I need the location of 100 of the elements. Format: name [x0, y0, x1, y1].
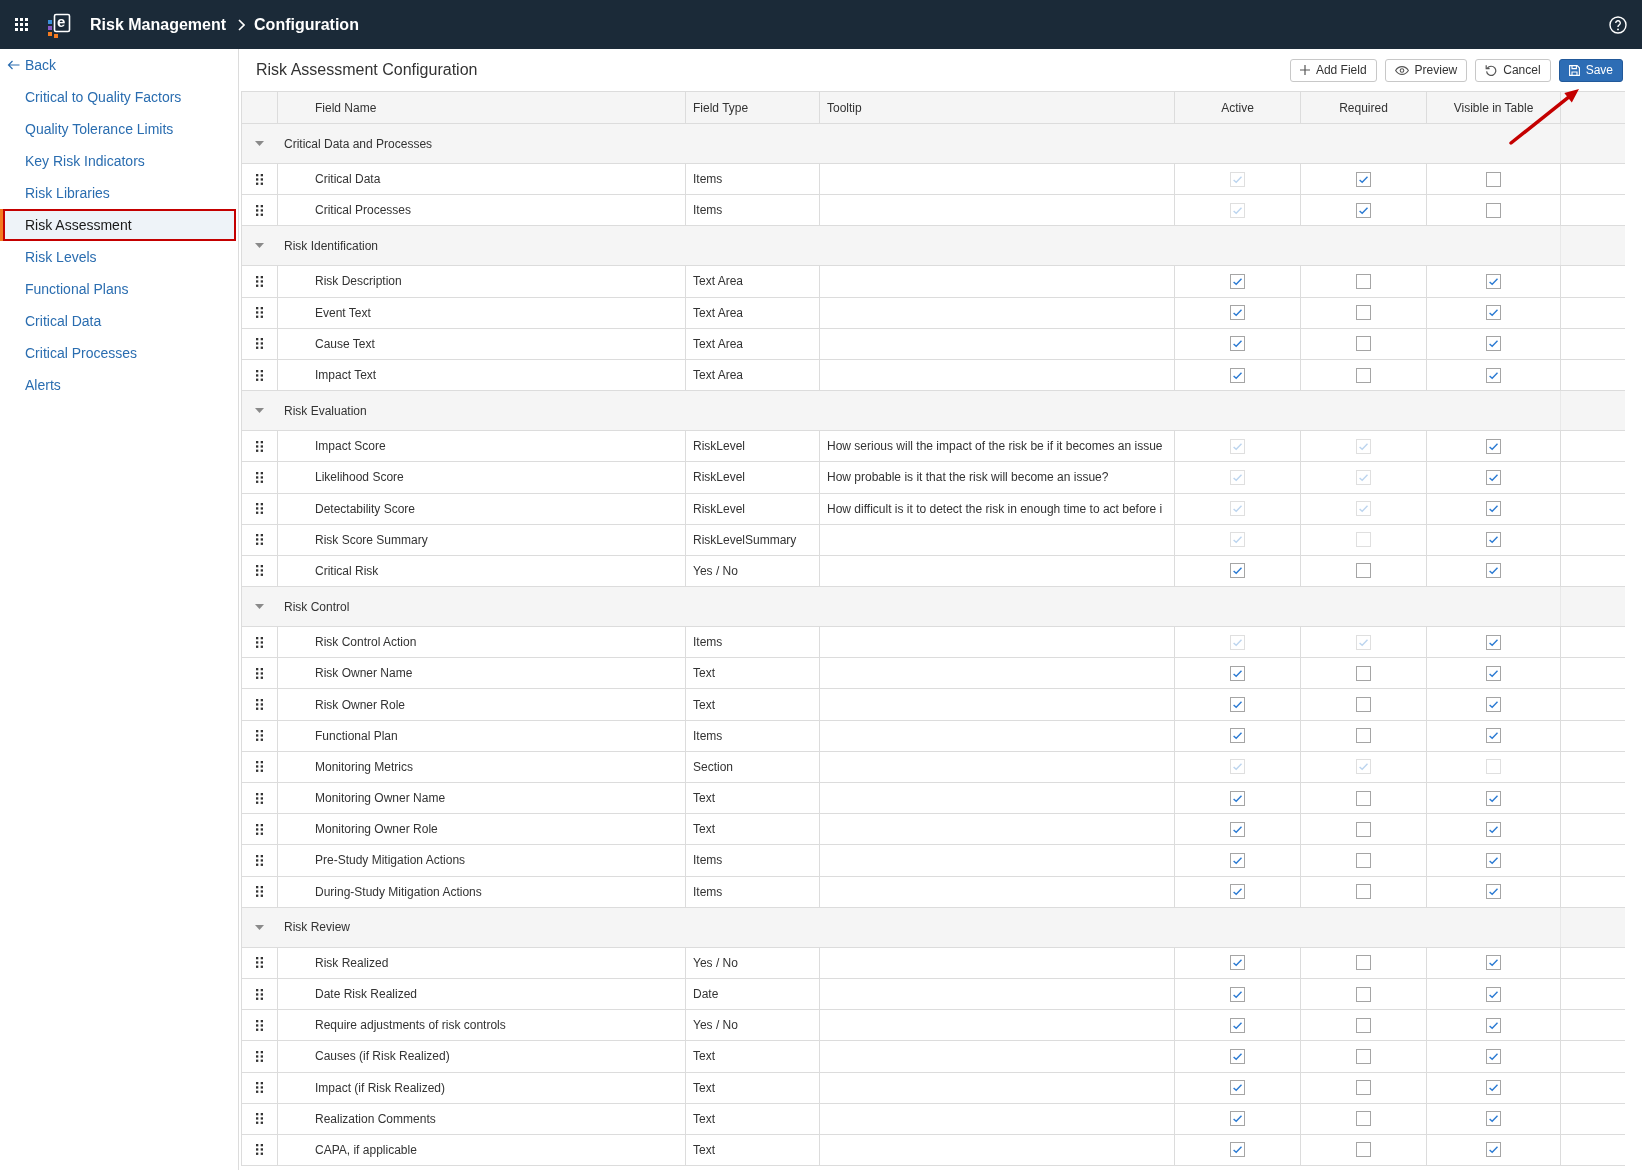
checkbox[interactable]	[1486, 790, 1501, 806]
checkbox[interactable]	[1356, 202, 1371, 218]
add-field-button[interactable]: Add Field	[1289, 58, 1377, 82]
checkbox[interactable]	[1486, 532, 1501, 548]
checkbox[interactable]	[1356, 697, 1371, 713]
back-link[interactable]: Back	[0, 49, 57, 81]
checkbox[interactable]	[1486, 728, 1501, 744]
checkbox[interactable]	[1356, 367, 1371, 383]
drag-handle-icon[interactable]	[256, 1050, 263, 1062]
checkbox[interactable]	[1230, 955, 1245, 971]
checkbox[interactable]	[1230, 697, 1245, 713]
checkbox[interactable]	[1486, 469, 1501, 485]
drag-handle-icon[interactable]	[256, 369, 263, 381]
checkbox[interactable]	[1486, 1142, 1501, 1158]
drag-handle-icon[interactable]	[256, 173, 263, 185]
checkbox[interactable]	[1356, 821, 1371, 837]
caret-icon[interactable]	[255, 408, 264, 414]
drag-handle-icon[interactable]	[256, 1144, 263, 1156]
checkbox[interactable]	[1356, 1048, 1371, 1064]
checkbox[interactable]	[1486, 884, 1501, 900]
drag-handle-icon[interactable]	[256, 565, 263, 577]
checkbox[interactable]	[1230, 1111, 1245, 1127]
checkbox[interactable]	[1486, 438, 1501, 454]
drag-handle-icon[interactable]	[256, 854, 263, 866]
checkbox[interactable]	[1356, 563, 1371, 579]
drag-handle-icon[interactable]	[256, 471, 263, 483]
drag-handle-icon[interactable]	[256, 338, 263, 350]
drag-handle-icon[interactable]	[256, 957, 263, 969]
checkbox[interactable]	[1230, 273, 1245, 289]
checkbox[interactable]	[1230, 1048, 1245, 1064]
drag-handle-icon[interactable]	[256, 667, 263, 679]
drag-handle-icon[interactable]	[256, 699, 263, 711]
checkbox[interactable]	[1486, 697, 1501, 713]
help-icon[interactable]	[1609, 15, 1627, 34]
checkbox[interactable]	[1486, 1111, 1501, 1127]
checkbox[interactable]	[1230, 790, 1245, 806]
checkbox[interactable]	[1356, 790, 1371, 806]
drag-handle-icon[interactable]	[256, 823, 263, 835]
checkbox[interactable]	[1486, 634, 1501, 650]
checkbox[interactable]	[1230, 852, 1245, 868]
drag-handle-icon[interactable]	[256, 204, 263, 216]
checkbox[interactable]	[1230, 367, 1245, 383]
sidebar-item[interactable]: Critical Processes	[0, 337, 236, 369]
checkbox[interactable]	[1230, 1142, 1245, 1158]
sidebar-item[interactable]: Risk Assessment	[0, 209, 236, 241]
drag-handle-icon[interactable]	[256, 730, 263, 742]
drag-handle-icon[interactable]	[256, 440, 263, 452]
caret-icon[interactable]	[255, 141, 264, 146]
checkbox[interactable]	[1486, 501, 1501, 517]
checkbox[interactable]	[1356, 171, 1371, 187]
checkbox[interactable]	[1486, 1080, 1501, 1096]
caret-icon[interactable]	[255, 604, 264, 610]
checkbox[interactable]	[1230, 563, 1245, 579]
drag-handle-icon[interactable]	[256, 792, 263, 804]
checkbox[interactable]	[1356, 852, 1371, 868]
drag-handle-icon[interactable]	[256, 636, 263, 648]
checkbox[interactable]	[1356, 728, 1371, 744]
checkbox[interactable]	[1486, 273, 1501, 289]
checkbox[interactable]	[1486, 171, 1501, 187]
checkbox[interactable]	[1230, 728, 1245, 744]
drag-handle-icon[interactable]	[256, 1082, 263, 1094]
preview-button[interactable]: Preview	[1384, 58, 1468, 82]
checkbox[interactable]	[1230, 1080, 1245, 1096]
checkbox[interactable]	[1356, 336, 1371, 352]
caret-icon[interactable]	[255, 924, 264, 930]
app-title[interactable]: Risk Management	[90, 15, 227, 34]
drag-handle-icon[interactable]	[256, 1113, 263, 1125]
checkbox[interactable]	[1356, 1142, 1371, 1158]
checkbox[interactable]	[1486, 336, 1501, 352]
checkbox[interactable]	[1486, 367, 1501, 383]
checkbox[interactable]	[1486, 852, 1501, 868]
sidebar-item[interactable]: Key Risk Indicators	[0, 145, 236, 177]
checkbox[interactable]	[1356, 273, 1371, 289]
sidebar-item[interactable]: Critical Data	[0, 305, 236, 337]
cancel-button[interactable]: Cancel	[1475, 58, 1551, 82]
checkbox[interactable]	[1486, 1017, 1501, 1033]
checkbox[interactable]	[1486, 821, 1501, 837]
drag-handle-icon[interactable]	[256, 761, 263, 773]
checkbox[interactable]	[1356, 1017, 1371, 1033]
drag-handle-icon[interactable]	[256, 1019, 263, 1031]
checkbox[interactable]	[1356, 305, 1371, 321]
checkbox[interactable]	[1230, 305, 1245, 321]
checkbox[interactable]	[1356, 665, 1371, 681]
checkbox[interactable]	[1356, 1080, 1371, 1096]
checkbox[interactable]	[1486, 563, 1501, 579]
checkbox[interactable]	[1486, 986, 1501, 1002]
drag-handle-icon[interactable]	[256, 534, 263, 546]
checkbox[interactable]	[1356, 986, 1371, 1002]
checkbox[interactable]	[1356, 884, 1371, 900]
caret-icon[interactable]	[255, 243, 264, 249]
sidebar-item[interactable]: Quality Tolerance Limits	[0, 113, 236, 145]
drag-handle-icon[interactable]	[256, 503, 263, 515]
drag-handle-icon[interactable]	[256, 307, 263, 319]
save-button[interactable]: Save	[1558, 58, 1623, 82]
sidebar-item[interactable]: Functional Plans	[0, 273, 236, 305]
checkbox[interactable]	[1486, 202, 1501, 218]
sidebar-item[interactable]: Critical to Quality Factors	[0, 81, 236, 113]
sidebar-item[interactable]: Alerts	[0, 369, 236, 401]
checkbox[interactable]	[1230, 986, 1245, 1002]
checkbox[interactable]	[1230, 665, 1245, 681]
